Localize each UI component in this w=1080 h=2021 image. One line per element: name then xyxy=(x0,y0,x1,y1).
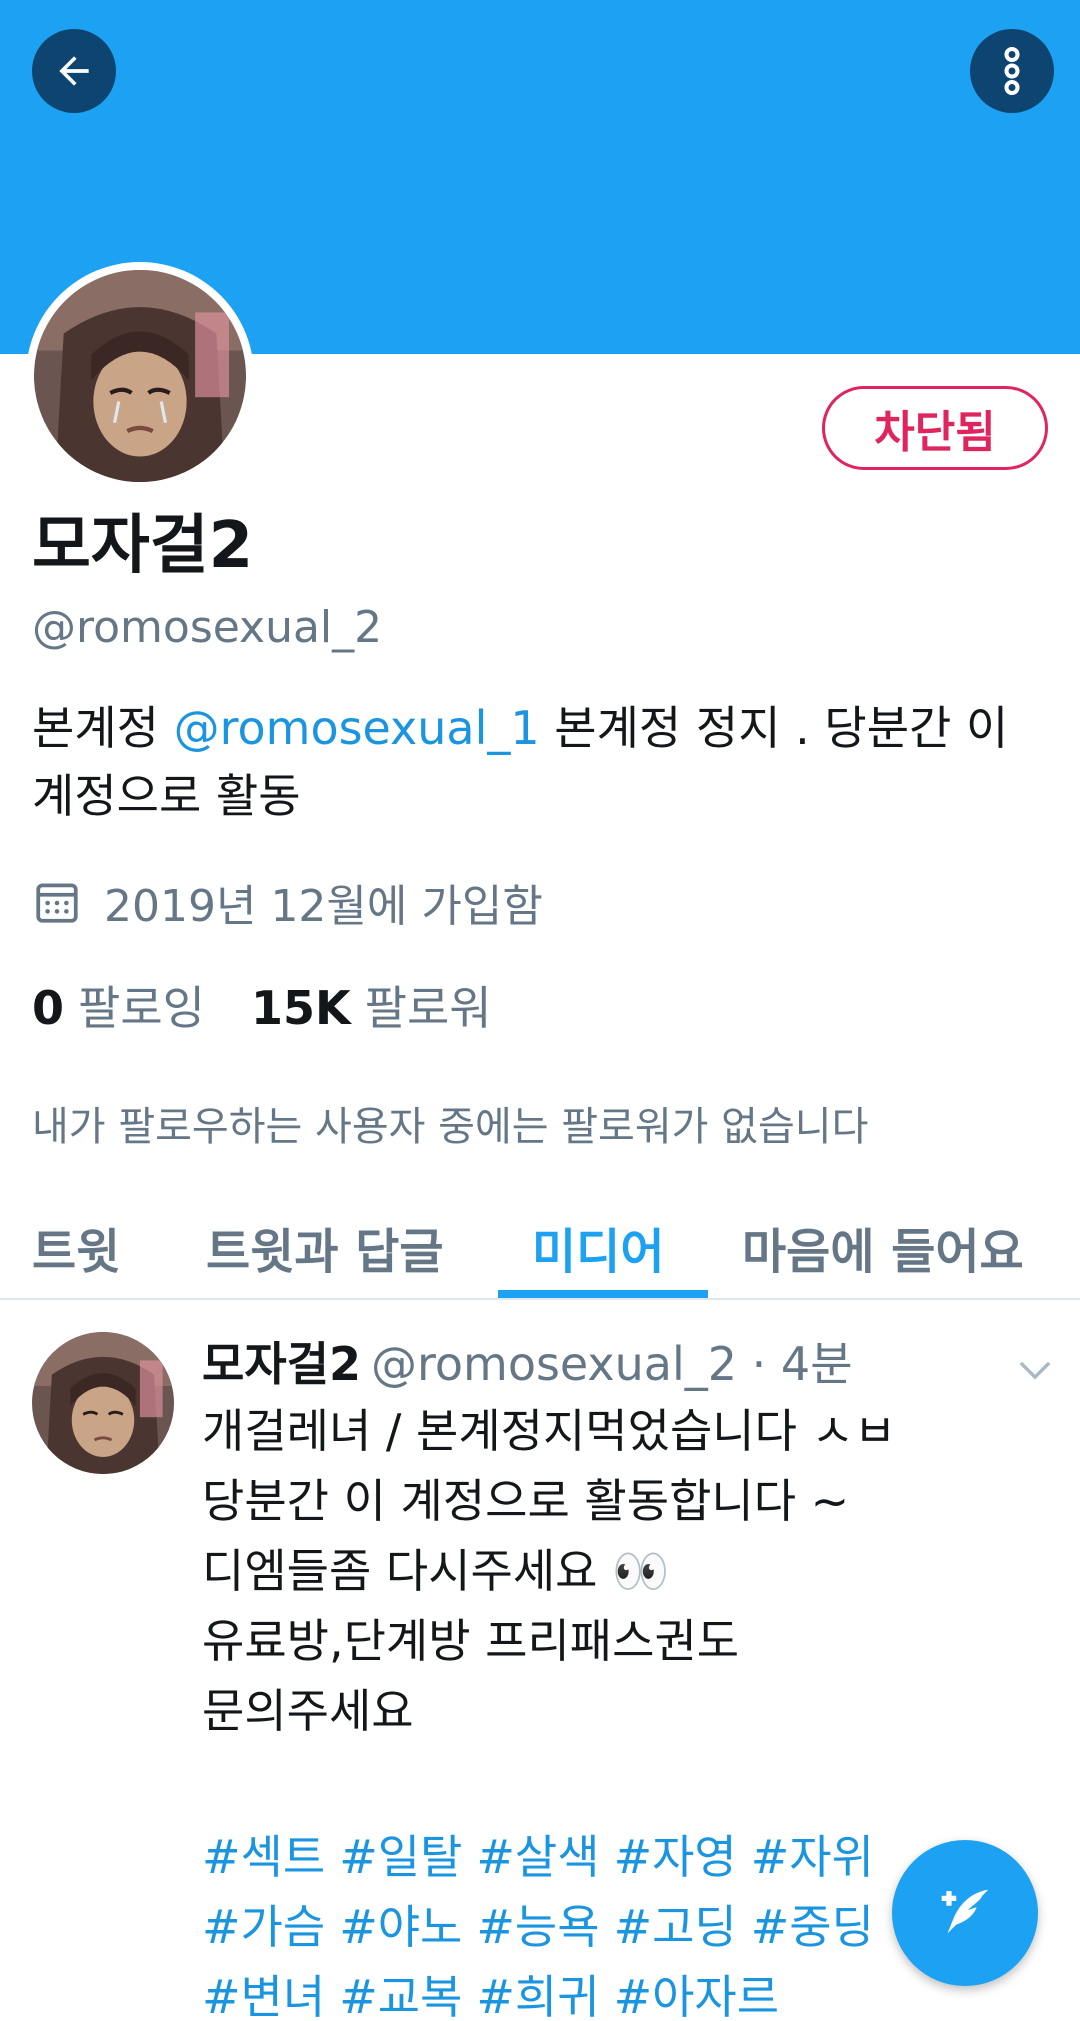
hashtag-link[interactable]: #중딩 xyxy=(751,1900,874,1954)
profile-tabs: 트윗 트윗과 답글 미디어 마음에 들어요 xyxy=(0,1196,1080,1300)
hashtag-link[interactable]: #교복 xyxy=(339,1970,462,2021)
followers-link[interactable]: 15K 팔로워 xyxy=(251,972,492,1038)
following-link[interactable]: 0 팔로잉 xyxy=(32,972,205,1038)
tweet-timestamp: 4분 xyxy=(780,1337,853,1391)
chevron-down-icon[interactable] xyxy=(1018,1358,1052,1382)
more-vertical-icon xyxy=(1004,46,1020,96)
tweet-separator: · xyxy=(751,1337,767,1391)
tab-likes[interactable]: 마음에 들어요 xyxy=(742,1212,1024,1282)
hashtag-link[interactable]: #섹트 xyxy=(202,1830,325,1884)
tweet-author-handle[interactable]: @romosexual_2 xyxy=(371,1337,737,1391)
tweet-header: 모자걸2 @romosexual_2 · 4분 xyxy=(202,1328,853,1394)
following-label: 팔로잉 xyxy=(78,981,205,1035)
tab-tweets-and-replies[interactable]: 트윗과 답글 xyxy=(206,1212,444,1282)
joined-text: 2019년 12월에 가입함 xyxy=(104,881,543,932)
tweet-text: 개걸레녀 / 본계정지먹었습니다 ㅅㅂ 당분간 이 계정으로 활동합니다 ~ 디… xyxy=(202,1404,897,1738)
avatar-image xyxy=(34,270,246,482)
hashtag-link[interactable]: #자위 xyxy=(751,1830,874,1884)
bio-text-prefix: 본계정 xyxy=(32,701,174,755)
hashtag-link[interactable]: #자영 xyxy=(614,1830,737,1884)
tab-media[interactable]: 미디어 xyxy=(532,1212,664,1282)
back-button[interactable] xyxy=(32,29,116,113)
active-tab-indicator xyxy=(498,1290,708,1298)
tweet-author-name[interactable]: 모자걸2 xyxy=(202,1337,361,1391)
followers-label: 팔로워 xyxy=(364,981,492,1035)
followers-count: 15K xyxy=(250,981,351,1035)
arrow-left-icon xyxy=(59,56,89,86)
profile-display-name: 모자걸2 xyxy=(32,509,254,583)
bio-mention-link[interactable]: @romosexual_1 xyxy=(174,701,540,755)
hashtag-link[interactable]: #가슴 xyxy=(202,1900,325,1954)
follow-stats: 0 팔로잉 15K 팔로워 xyxy=(32,972,492,1038)
hashtag-link[interactable]: #희귀 xyxy=(476,1970,599,2021)
hashtag-link[interactable]: #고딩 xyxy=(614,1900,737,1954)
calendar-icon xyxy=(36,883,78,923)
hashtag-link[interactable]: #야노 xyxy=(339,1900,462,1954)
avatar-image xyxy=(32,1332,174,1474)
blocked-button[interactable]: 차단됨 xyxy=(822,386,1048,470)
tab-tweets[interactable]: 트윗 xyxy=(32,1212,120,1282)
joined-date: 2019년 12월에 가입함 xyxy=(32,870,543,934)
hashtag-link[interactable]: #능욕 xyxy=(476,1900,599,1954)
profile-bio: 본계정 @romosexual_1 본계정 정지 . 당분간 이 계정으로 활동 xyxy=(32,694,1052,830)
hashtag-link[interactable]: #아자르 xyxy=(614,1970,780,2021)
following-count: 0 xyxy=(32,981,65,1035)
compose-tweet-button[interactable] xyxy=(892,1840,1038,1986)
more-options-button[interactable] xyxy=(970,29,1054,113)
profile-handle: @romosexual_2 xyxy=(32,602,383,653)
compose-tweet-icon xyxy=(941,1889,989,1934)
hashtag-link[interactable]: #일탈 xyxy=(339,1830,462,1884)
hashtag-row: #변녀 #교복 #희귀 #아자르 xyxy=(202,1962,1042,2021)
tweet-avatar[interactable] xyxy=(32,1332,174,1474)
hashtag-link[interactable]: #살색 xyxy=(476,1830,599,1884)
hashtag-link[interactable]: #변녀 xyxy=(202,1970,325,2021)
mutual-followers-note: 내가 팔로우하는 사용자 중에는 팔로워가 없습니다 xyxy=(32,1104,869,1150)
profile-avatar[interactable] xyxy=(26,262,254,490)
